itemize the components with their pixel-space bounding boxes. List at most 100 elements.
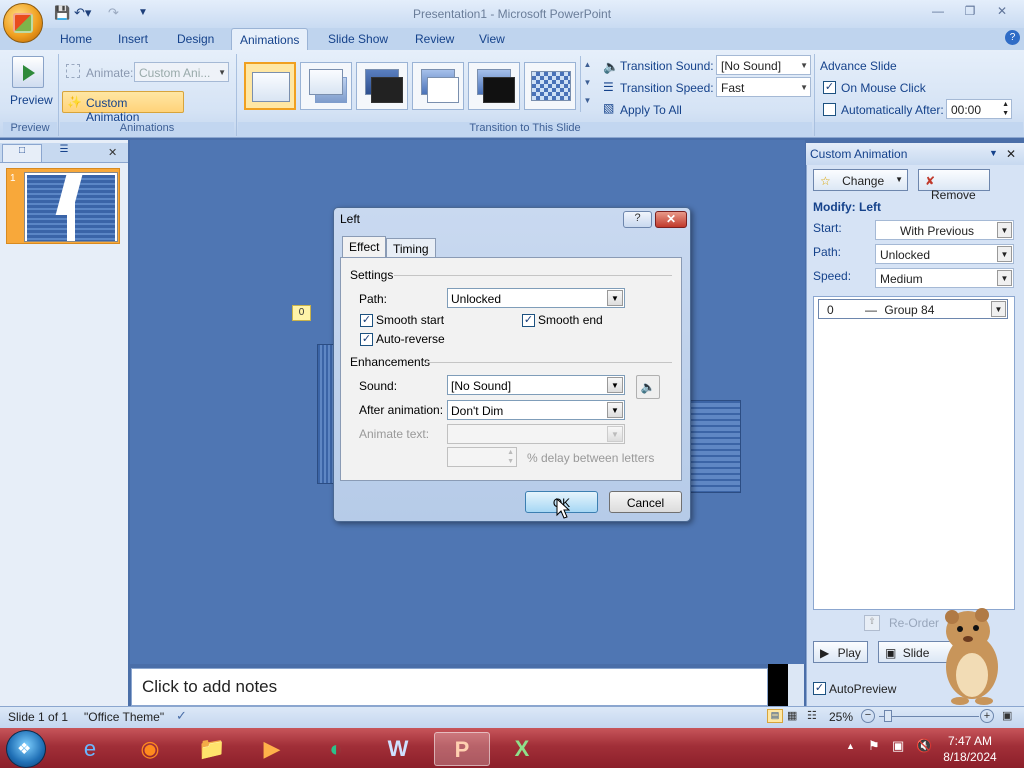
- zoom-slider-track[interactable]: [879, 716, 979, 717]
- list-item-dropdown-icon[interactable]: ▼: [991, 301, 1006, 317]
- spelling-check-icon[interactable]: ✓: [176, 708, 187, 724]
- close-icon[interactable]: ✕: [990, 4, 1014, 20]
- tab-review[interactable]: Review: [407, 28, 462, 50]
- slides-tab-icon[interactable]: □: [2, 144, 42, 162]
- tab-design[interactable]: Design: [169, 28, 222, 50]
- browser-icon[interactable]: ◐: [314, 732, 358, 766]
- tab-animations[interactable]: Animations: [231, 28, 309, 50]
- task-pane-menu-icon[interactable]: ▼: [989, 148, 998, 158]
- animation-list-item[interactable]: 0 — Group 84 ▼: [818, 299, 1008, 319]
- tab-timing[interactable]: Timing: [386, 238, 436, 258]
- auto-reverse-checkbox[interactable]: ✓: [360, 333, 373, 346]
- cancel-button[interactable]: Cancel: [609, 491, 682, 513]
- minimize-icon[interactable]: —: [926, 4, 950, 20]
- transition-speed-label: Transition Speed:: [620, 81, 714, 95]
- mouse-cursor-icon: [556, 498, 570, 519]
- path-dropdown[interactable]: Unlocked ▼: [875, 244, 1014, 264]
- advance-slide-title: Advance Slide: [820, 59, 897, 73]
- slide-shape-right[interactable]: [690, 400, 741, 493]
- sound-dropdown[interactable]: [No Sound] ▼: [447, 375, 625, 395]
- smooth-start-checkbox[interactable]: ✓: [360, 314, 373, 327]
- start-dropdown[interactable]: With Previous ▼: [875, 220, 1014, 240]
- network-icon[interactable]: ▣: [892, 738, 904, 754]
- start-button[interactable]: ❖: [6, 730, 46, 768]
- tab-home[interactable]: Home: [52, 28, 100, 50]
- powerpoint-icon[interactable]: P: [434, 732, 490, 766]
- zoom-level[interactable]: 25%: [829, 710, 853, 724]
- auto-after-checkbox[interactable]: [823, 103, 836, 116]
- custom-animation-button[interactable]: ✨ Custom Animation: [62, 91, 184, 124]
- animate-dropdown: Custom Ani... ▼: [134, 62, 229, 82]
- divider: [426, 362, 672, 363]
- zoom-slider-thumb[interactable]: [884, 710, 892, 722]
- preview-button[interactable]: Preview: [10, 93, 53, 107]
- firefox-icon[interactable]: ◉: [128, 732, 172, 766]
- office-logo-icon: [13, 13, 33, 33]
- group-separator: [236, 54, 237, 136]
- group-label-animations: Animations: [60, 122, 234, 137]
- transition-sound-dropdown[interactable]: [No Sound] ▼: [716, 55, 811, 75]
- remove-button[interactable]: ✘ Remove: [918, 169, 990, 202]
- slide-show-view-icon[interactable]: ☷: [807, 709, 817, 722]
- transition-cut-thumb[interactable]: [412, 62, 464, 110]
- help-icon[interactable]: ?: [1005, 30, 1020, 45]
- auto-after-label: Automatically After:: [841, 103, 944, 117]
- tab-effect[interactable]: Effect: [342, 236, 387, 258]
- change-button[interactable]: ☆ Change ▼: [813, 169, 908, 191]
- path-dropdown[interactable]: Unlocked ▼: [447, 288, 625, 308]
- system-clock[interactable]: 7:47 AM 8/18/2024: [940, 732, 1000, 766]
- animation-order-tag[interactable]: 0: [292, 305, 311, 321]
- preview-icon[interactable]: [12, 56, 44, 88]
- apply-to-all-button[interactable]: Apply To All: [620, 103, 682, 117]
- volume-muted-icon[interactable]: 🔇: [916, 738, 932, 754]
- speed-dropdown[interactable]: Medium ▼: [875, 268, 1014, 288]
- tab-view[interactable]: View: [471, 28, 513, 50]
- zoom-out-icon[interactable]: −: [861, 709, 875, 723]
- show-hidden-icons[interactable]: ▲: [846, 741, 855, 751]
- sound-volume-icon[interactable]: 🔈: [636, 375, 660, 399]
- transition-fade-black-thumb[interactable]: [356, 62, 408, 110]
- group-label-transition: Transition to This Slide: [238, 122, 812, 137]
- transition-speed-dropdown[interactable]: Fast ▼: [716, 77, 811, 97]
- gallery-scroll[interactable]: ▲ ▼ ▼: [580, 56, 594, 112]
- file-explorer-icon[interactable]: 📁: [190, 732, 234, 766]
- delay-spinner: ▲ ▼: [447, 447, 517, 467]
- reorder-up-icon[interactable]: ⇧: [864, 615, 880, 631]
- transition-dissolve-thumb[interactable]: [524, 62, 576, 110]
- animation-list[interactable]: [813, 296, 1015, 610]
- custom-animation-label: Custom Animation: [86, 96, 140, 124]
- animate-icon: [66, 64, 80, 78]
- close-pane-icon[interactable]: ✕: [108, 146, 117, 159]
- normal-view-icon[interactable]: ▤: [767, 709, 783, 723]
- zoom-in-icon[interactable]: +: [980, 709, 994, 723]
- transition-cut-black-thumb[interactable]: [468, 62, 520, 110]
- slide-thumbnail[interactable]: 1: [6, 168, 120, 244]
- office-button[interactable]: [3, 3, 43, 43]
- dialog-close-icon[interactable]: ✕: [655, 211, 687, 228]
- auto-after-spinner[interactable]: 00:00 ▲ ▼: [946, 99, 1012, 119]
- tab-slide-show[interactable]: Slide Show: [320, 28, 396, 50]
- fit-slide-icon[interactable]: ▣: [1002, 709, 1012, 722]
- internet-explorer-icon[interactable]: e: [68, 732, 112, 766]
- media-player-icon[interactable]: ▶: [250, 732, 294, 766]
- excel-icon[interactable]: X: [500, 732, 544, 766]
- slide-sorter-icon[interactable]: ▦: [787, 709, 797, 722]
- smooth-end-label: Smooth end: [538, 313, 603, 327]
- restore-icon[interactable]: ❐: [958, 4, 982, 20]
- after-animation-dropdown[interactable]: Don't Dim ▼: [447, 400, 625, 420]
- notes-pane[interactable]: Click to add notes: [131, 668, 768, 706]
- dialog-help-icon[interactable]: ?: [623, 211, 652, 228]
- task-pane-close-icon[interactable]: ✕: [1006, 147, 1016, 161]
- action-center-icon[interactable]: ⚑: [868, 738, 880, 754]
- transition-none-thumb[interactable]: [244, 62, 296, 110]
- tab-insert[interactable]: Insert: [110, 28, 156, 50]
- group-label-preview: Preview: [3, 122, 57, 137]
- word-icon[interactable]: W: [376, 732, 420, 766]
- autopreview-checkbox[interactable]: ✓: [813, 682, 826, 695]
- notes-scrollbar[interactable]: [788, 664, 804, 706]
- transition-fade-thumb[interactable]: [300, 62, 352, 110]
- on-mouse-click-checkbox[interactable]: ✓: [823, 81, 836, 94]
- smooth-end-checkbox[interactable]: ✓: [522, 314, 535, 327]
- play-button[interactable]: ▶ Play: [813, 641, 868, 663]
- outline-tab-icon[interactable]: ☰: [44, 144, 84, 162]
